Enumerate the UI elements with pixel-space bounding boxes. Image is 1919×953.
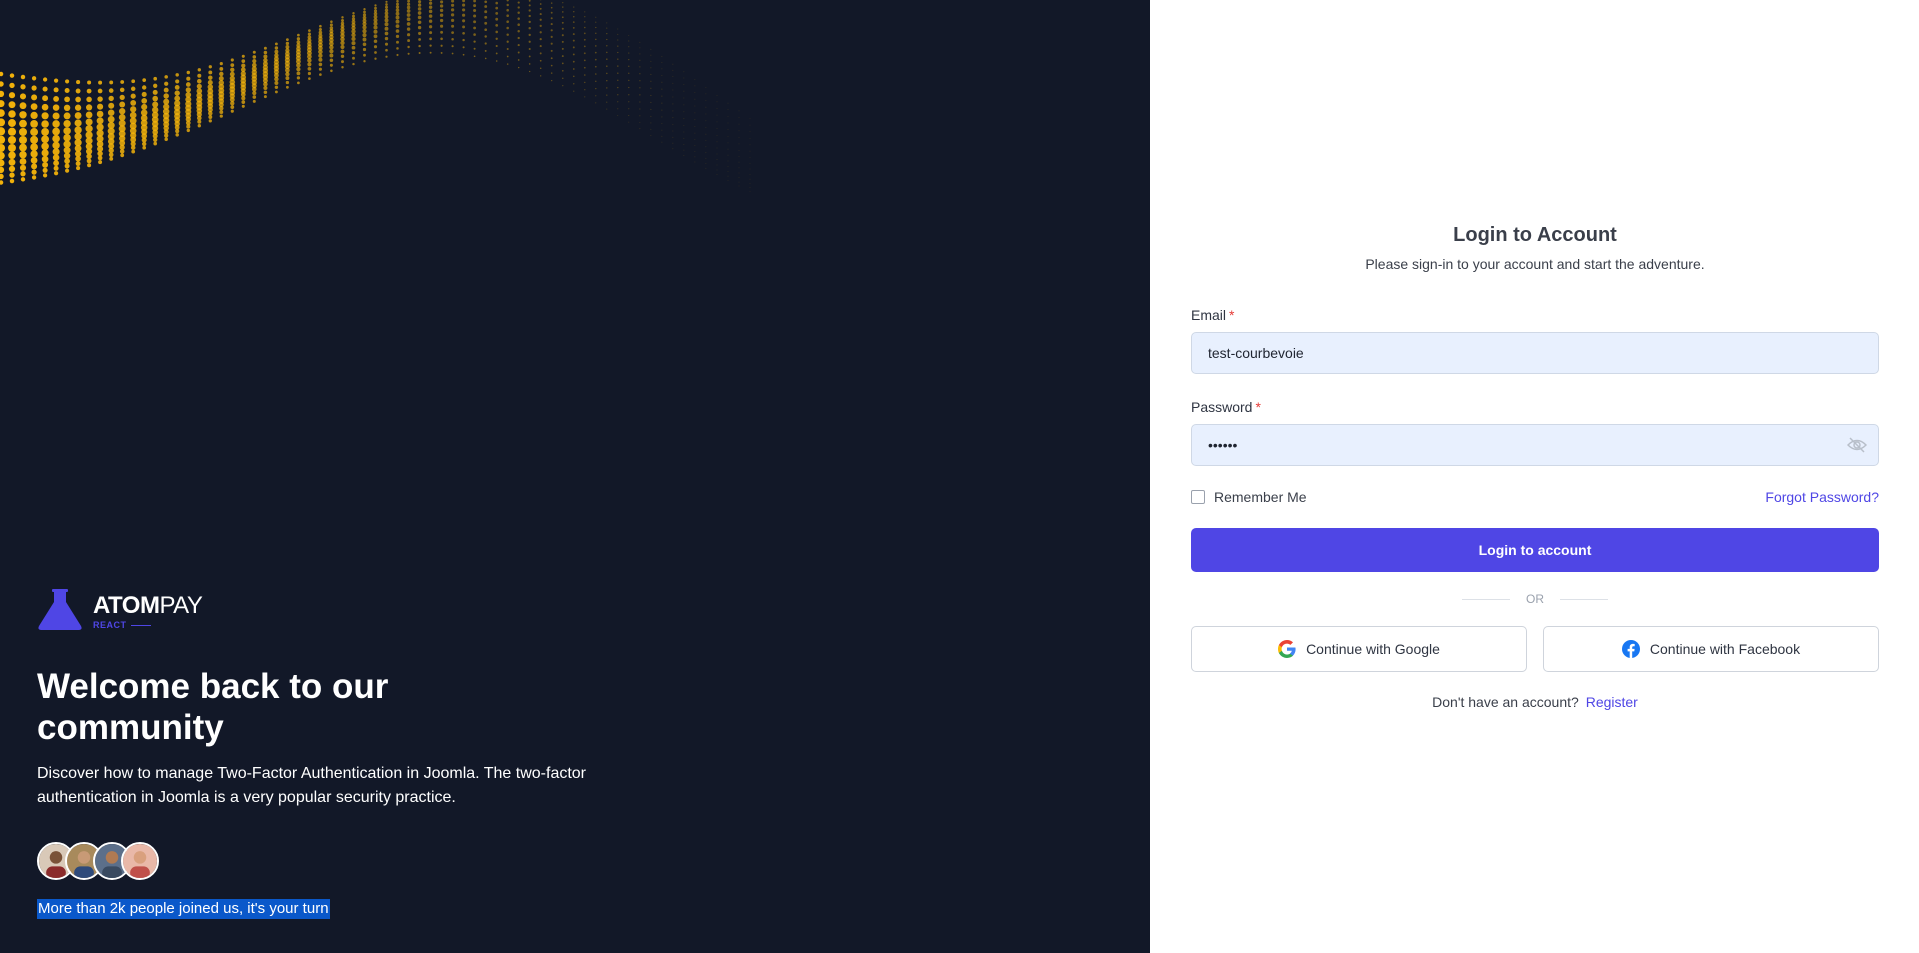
brand-subtitle: REACT: [93, 620, 127, 630]
facebook-icon: [1621, 640, 1640, 658]
login-button[interactable]: Login to account: [1191, 528, 1879, 572]
welcome-title: Welcome back to our community: [37, 667, 389, 747]
or-divider: OR: [1191, 592, 1879, 606]
google-icon: [1278, 640, 1296, 658]
right-panel: Login to Account Please sign-in to your …: [1150, 0, 1919, 953]
facebook-button[interactable]: Continue with Facebook: [1543, 626, 1879, 672]
forgot-password-link[interactable]: Forgot Password?: [1765, 489, 1879, 505]
form-subtitle: Please sign-in to your account and start…: [1365, 256, 1705, 272]
brand: ATOMPAY REACT: [37, 588, 203, 632]
wave-decoration: [0, 0, 751, 192]
remember-me[interactable]: Remember Me: [1191, 489, 1307, 505]
welcome-description: Discover how to manage Two-Factor Authen…: [37, 765, 587, 806]
password-label: Password *: [1191, 399, 1261, 415]
email-label: Email *: [1191, 307, 1235, 323]
form-title: Login to Account: [1453, 224, 1617, 246]
login-form: Login to Account Please sign-in to your …: [1191, 222, 1879, 710]
eye-off-icon[interactable]: [1847, 436, 1867, 454]
or-text: OR: [1526, 592, 1544, 606]
register-prompt: Don't have an account?: [1432, 694, 1579, 710]
register-link[interactable]: Register: [1586, 694, 1638, 710]
remember-checkbox[interactable]: [1191, 490, 1205, 504]
remember-label: Remember Me: [1214, 489, 1307, 505]
email-field[interactable]: [1191, 332, 1879, 374]
register-row: Don't have an account? Register: [1191, 694, 1879, 710]
avatar: [121, 842, 159, 880]
left-panel: ATOMPAY REACT Welcome back to our commun…: [0, 0, 1150, 953]
avatar-group: [37, 842, 159, 880]
brand-name: ATOMPAY: [93, 592, 203, 619]
password-field[interactable]: [1191, 424, 1879, 466]
atom-flask-icon: [38, 589, 82, 630]
joined-text: More than 2k people joined us, it's your…: [37, 899, 330, 919]
google-button[interactable]: Continue with Google: [1191, 626, 1527, 672]
